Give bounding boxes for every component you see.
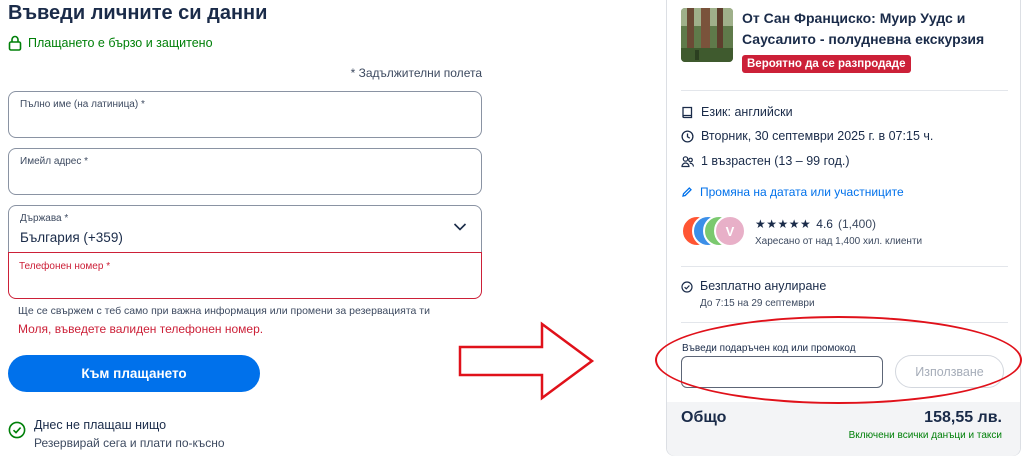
liked-by-text: Харесано от над 1,400 хил. клиенти	[755, 236, 923, 247]
avatar: V	[714, 215, 746, 247]
pencil-icon	[682, 187, 692, 197]
apply-promo-button[interactable]: Използване	[895, 355, 1004, 388]
phone-error-message: Моля, въведете валиден телефонен номер.	[18, 322, 264, 336]
tour-title: От Сан Франциско: Муир Уудс и Саусалито …	[742, 10, 985, 47]
participants-text: 1 възрастен (13 – 99 год.)	[701, 154, 850, 168]
phone-field[interactable]: Телефонен номер *	[8, 252, 482, 299]
email-label: Имейл адрес *	[20, 156, 89, 167]
arrow-right-icon	[458, 321, 595, 401]
total-section: Общо 158,55 лв. Включени всички данъци и…	[667, 402, 1020, 456]
chevron-down-icon[interactable]	[453, 222, 467, 232]
rating-value: 4.6	[816, 217, 833, 231]
country-select[interactable]: Държава * България (+359)	[8, 205, 482, 252]
rating-count: (1,400)	[837, 217, 877, 231]
change-date-participants-link[interactable]: Промяна на датата или участниците	[681, 185, 904, 199]
change-link-text[interactable]: Промяна на датата или участниците	[700, 185, 904, 199]
book-icon	[682, 106, 693, 118]
personal-details-form: Въведи личните си данни Плащането е бърз…	[0, 0, 500, 456]
free-cancellation-title: Безплатно анулиране	[700, 279, 827, 293]
required-fields-note: * Задължителни полета	[350, 66, 482, 80]
rating-stars: ★★★★★	[755, 217, 812, 231]
phone-help-text: Ще се свържем с теб само при важна инфор…	[18, 305, 430, 317]
booking-summary-panel: От Сан Франциско: Муир Уудс и Саусалито …	[666, 0, 1021, 456]
pay-later-note: Днес не плащаш нищо Резервирай сега и пл…	[8, 418, 225, 450]
clock-icon	[681, 129, 694, 143]
language-row: Език: английски	[681, 105, 793, 119]
check-circle-icon	[8, 421, 26, 439]
promo-code-input[interactable]	[681, 356, 883, 388]
divider	[681, 266, 1008, 267]
tour-thumbnail	[681, 8, 733, 62]
rating-row: ★★★★★ 4.6 (1,400)	[755, 217, 876, 231]
phone-label: Телефонен номер *	[19, 261, 111, 272]
cancellation-deadline: До 7:15 на 29 септември	[700, 298, 815, 309]
people-icon	[681, 155, 694, 167]
full-name-field[interactable]: Пълно име (на латиница) *	[8, 91, 482, 138]
language-text: Език: английски	[701, 105, 793, 119]
total-price: 158,55 лв.	[924, 409, 1002, 426]
email-field[interactable]: Имейл адрес *	[8, 148, 482, 195]
date-time-row: Вторник, 30 септември 2025 г. в 07:15 ч.	[681, 129, 933, 143]
page-title: Въведи личните си данни	[8, 2, 268, 24]
lock-icon	[8, 35, 22, 51]
pay-later-subtitle: Резервирай сега и плати по-късно	[34, 436, 225, 450]
total-label: Общо	[681, 409, 727, 426]
secure-payment-text: Плащането е бързо и защитено	[28, 36, 213, 50]
participants-row: 1 възрастен (13 – 99 год.)	[681, 154, 850, 168]
country-value: България (+359)	[20, 230, 123, 245]
divider	[681, 90, 1008, 91]
check-circle-icon	[681, 281, 693, 293]
taxes-included-note: Включени всички данъци и такси	[848, 430, 1002, 441]
phone-group: Държава * България (+359) Телефонен номе…	[8, 205, 482, 299]
divider	[681, 322, 1008, 323]
likely-to-sell-out-badge: Вероятно да се разпродаде	[742, 55, 911, 73]
promo-code-label: Въведи подаръчен код или промокод	[682, 343, 856, 354]
customer-avatars: V	[681, 215, 751, 249]
proceed-to-payment-button[interactable]: Към плащането	[8, 355, 260, 392]
free-cancellation-row: Безплатно анулиране До 7:15 на 29 септем…	[681, 279, 826, 309]
full-name-label: Пълно име (на латиница) *	[20, 99, 145, 110]
date-time-text: Вторник, 30 септември 2025 г. в 07:15 ч.	[701, 129, 934, 143]
pay-later-title: Днес не плащаш нищо	[34, 418, 167, 432]
secure-payment-note: Плащането е бързо и защитено	[8, 35, 213, 51]
country-label: Държава *	[20, 213, 69, 224]
